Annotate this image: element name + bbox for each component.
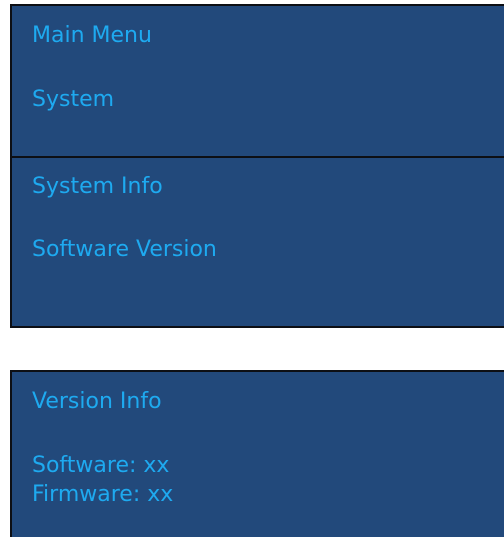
firmware-version-text: Firmware: xx	[32, 482, 174, 507]
version-info-title: Version Info	[32, 389, 162, 414]
menu-item-system[interactable]: System	[32, 86, 114, 114]
system-info-title: System Info	[32, 174, 163, 199]
main-menu-panel: Main Menu System System Info Software Ve…	[10, 4, 504, 328]
software-version-text: Software: xx	[32, 453, 170, 478]
panel-divider	[12, 156, 504, 158]
menu-item-software-version[interactable]: Software Version	[32, 236, 217, 264]
version-info-panel: Version Info Software: xx Firmware: xx	[10, 370, 504, 537]
main-menu-title: Main Menu	[32, 23, 152, 48]
